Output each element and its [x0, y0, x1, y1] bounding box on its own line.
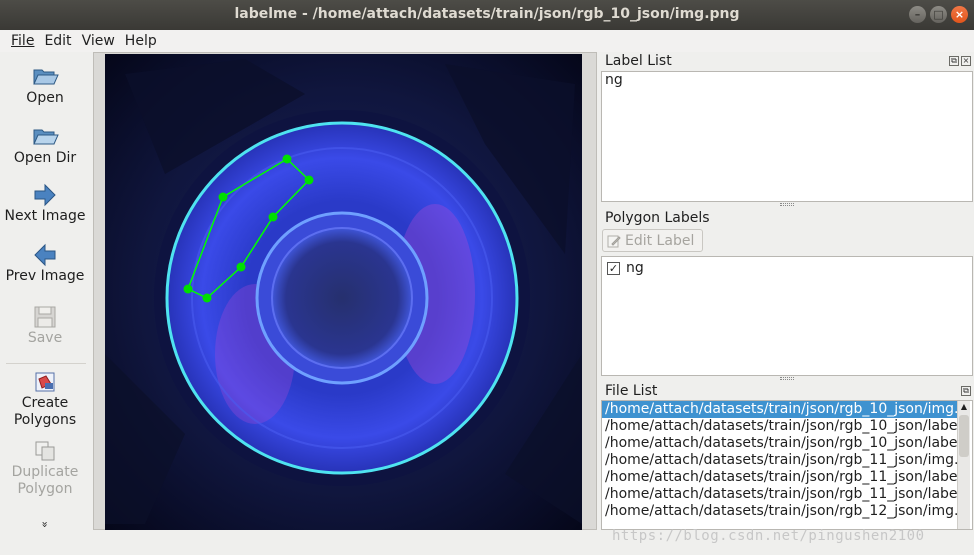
title-bar: labelme - /home/attach/datasets/train/js… [0, 0, 974, 30]
menu-file[interactable]: File [6, 30, 39, 52]
edit-label-text: Edit Label [625, 232, 695, 249]
menu-bar: File Edit View Help [0, 30, 974, 52]
arrow-left-icon [34, 243, 56, 267]
edit-icon [607, 235, 621, 247]
polygon-vertex[interactable] [183, 284, 193, 294]
polygon-vertex[interactable] [268, 212, 278, 222]
save-icon [34, 306, 56, 328]
maximize-button[interactable]: □ [930, 6, 947, 23]
folder-open-icon [33, 69, 59, 85]
file-list-item[interactable]: /home/attach/datasets/train/json/rgb_10_… [602, 435, 958, 452]
duplicate-icon [35, 441, 55, 461]
toolbar-more-button[interactable]: » [39, 520, 52, 530]
polygon-vertex[interactable] [282, 154, 292, 164]
open-dir-label: Open Dir [13, 150, 77, 166]
watermark-text: https://blog.csdn.net/pingushen2100 [612, 528, 925, 544]
save-label: Save [27, 330, 63, 346]
close-button[interactable]: × [951, 6, 968, 23]
polygon-label-text: ng [626, 260, 644, 276]
prev-image-button[interactable]: Prev Image [0, 242, 90, 285]
create-polygons-label-2: Polygons [13, 412, 77, 428]
duplicate-polygon-label-2: Polygon [17, 481, 73, 497]
dock-resize-grip[interactable] [780, 377, 794, 380]
arrow-right-icon [34, 183, 56, 207]
next-image-button[interactable]: Next Image [0, 182, 90, 225]
file-list[interactable]: /home/attach/datasets/train/json/rgb_10_… [601, 400, 973, 530]
window-title: labelme - /home/attach/datasets/train/js… [234, 6, 740, 22]
polygon-vertex[interactable] [304, 175, 314, 185]
file-list-item[interactable]: /home/attach/datasets/train/json/rgb_10_… [602, 418, 958, 435]
menu-help[interactable]: Help [120, 30, 162, 52]
open-label: Open [26, 90, 64, 106]
menu-view[interactable]: View [77, 30, 120, 52]
next-image-label: Next Image [4, 208, 86, 224]
label-list-item[interactable]: ng [602, 72, 972, 89]
polygon-vertex[interactable] [202, 293, 212, 303]
menu-edit[interactable]: Edit [39, 30, 76, 52]
file-list-item[interactable]: /home/attach/datasets/train/json/rgb_11_… [602, 452, 958, 469]
polygon-labels-title: Polygon Labels [605, 210, 710, 226]
polygon-vertex[interactable] [218, 192, 228, 202]
file-list-item[interactable]: /home/attach/datasets/train/json/rgb_11_… [602, 469, 958, 486]
scroll-up-icon[interactable]: ▲ [958, 401, 970, 413]
polygon-label-checkbox[interactable]: ✓ [607, 262, 620, 275]
minimize-button[interactable]: – [909, 6, 926, 23]
edit-label-button[interactable]: Edit Label [602, 229, 703, 252]
file-list-title: File List [605, 383, 658, 399]
scrollbar-thumb[interactable] [959, 415, 969, 457]
duplicate-polygon-label-1: Duplicate [11, 464, 79, 480]
prev-image-label: Prev Image [5, 268, 85, 284]
dock-resize-grip[interactable] [780, 203, 794, 206]
chevron-down-icon: » [38, 521, 52, 528]
image-canvas[interactable] [105, 54, 582, 530]
file-list-item[interactable]: /home/attach/datasets/train/json/rgb_10_… [602, 401, 958, 418]
save-button[interactable]: Save [0, 304, 90, 347]
create-polygon-icon [35, 372, 55, 392]
open-button[interactable]: Open [0, 62, 90, 107]
create-polygons-button[interactable]: Create Polygons [0, 369, 90, 429]
file-list-scrollbar[interactable]: ▲ [957, 401, 970, 529]
float-dock-icon[interactable]: ⧉ [961, 386, 971, 396]
tool-bar: Open Open Dir Next Image Prev Image Save [0, 52, 90, 530]
label-list-title: Label List [605, 53, 672, 69]
image-view [105, 54, 582, 530]
polygon-labels-list[interactable]: ✓ ng [601, 256, 973, 376]
duplicate-polygon-button[interactable]: Duplicate Polygon [0, 438, 90, 498]
folder-open-dir-icon [33, 129, 59, 145]
toolbar-separator [6, 363, 86, 364]
label-list[interactable]: ng [601, 71, 973, 202]
file-list-item[interactable]: /home/attach/datasets/train/json/rgb_12_… [602, 503, 958, 520]
open-dir-button[interactable]: Open Dir [0, 122, 90, 167]
file-list-item[interactable]: /home/attach/datasets/train/json/rgb_11_… [602, 486, 958, 503]
float-dock-icon[interactable]: ⧉ [949, 56, 959, 66]
polygon-vertex[interactable] [236, 262, 246, 272]
polygon-label-item[interactable]: ✓ ng [602, 260, 972, 277]
close-dock-icon[interactable]: × [961, 56, 971, 66]
create-polygons-label-1: Create [21, 395, 69, 411]
